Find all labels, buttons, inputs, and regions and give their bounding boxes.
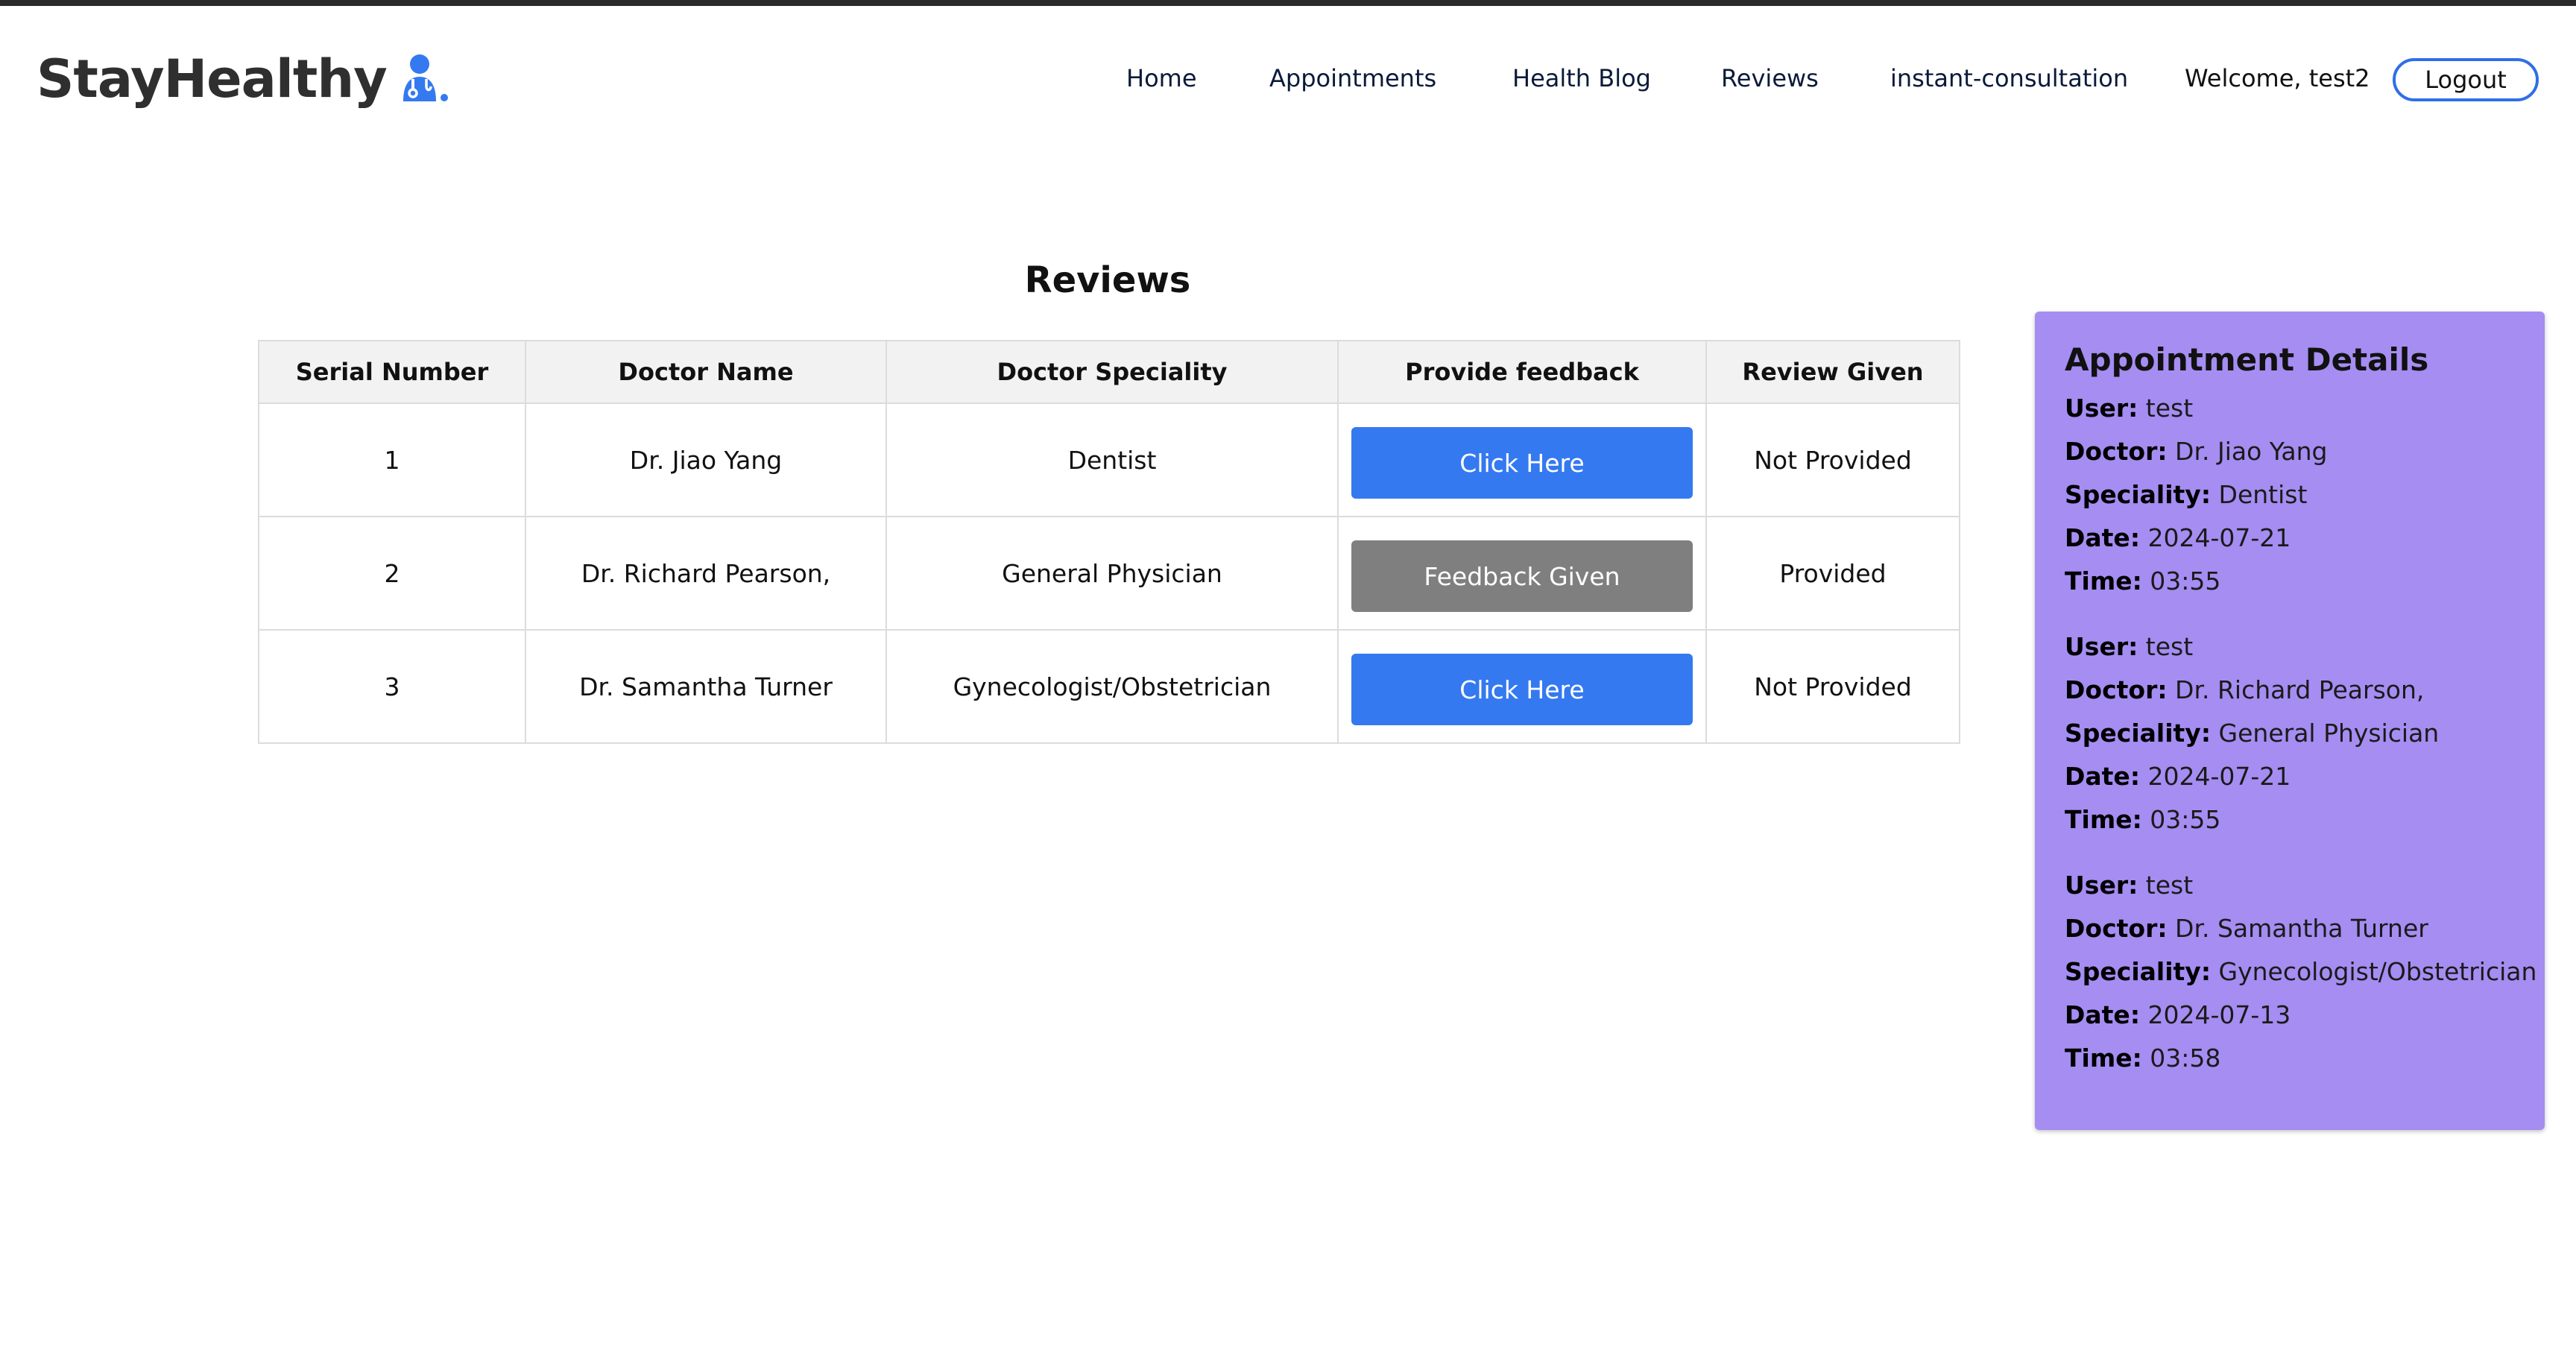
label-time: Time: xyxy=(2065,1044,2142,1073)
value-time: 03:55 xyxy=(2150,805,2221,834)
appt-doctor: Doctor: Dr. Samantha Turner xyxy=(2065,907,2515,950)
table-row: 3 Dr. Samantha Turner Gynecologist/Obste… xyxy=(258,629,1960,744)
appointment-details-panel: Appointment Details User: test Doctor: D… xyxy=(2035,312,2545,1130)
appt-user: User: test xyxy=(2065,625,2515,669)
nav-home[interactable]: Home xyxy=(1126,52,1197,104)
cell-doctor: Dr. Jiao Yang xyxy=(525,402,887,517)
label-user: User: xyxy=(2065,871,2138,900)
cell-feedback: Click Here xyxy=(1337,402,1707,517)
cell-speciality: Gynecologist/Obstetrician xyxy=(886,629,1339,744)
feedback-given-button: Feedback Given xyxy=(1351,540,1693,612)
appt-user: User: test xyxy=(2065,387,2515,430)
table-header-row: Serial Number Doctor Name Doctor Special… xyxy=(258,340,1960,404)
cell-serial: 2 xyxy=(258,516,526,631)
value-date: 2024-07-21 xyxy=(2147,523,2291,552)
label-doctor: Doctor: xyxy=(2065,437,2168,466)
cell-serial: 1 xyxy=(258,402,526,517)
top-border xyxy=(0,0,2576,6)
cell-feedback: Click Here xyxy=(1337,629,1707,744)
appt-user: User: test xyxy=(2065,864,2515,907)
value-speciality: General Physician xyxy=(2218,719,2440,748)
label-time: Time: xyxy=(2065,566,2142,596)
logout-button[interactable]: Logout xyxy=(2393,58,2539,101)
welcome-text: Welcome, test2 xyxy=(2185,64,2370,92)
value-user: test xyxy=(2145,394,2194,423)
header-doctor-speciality: Doctor Speciality xyxy=(886,340,1339,404)
appointment-card: User: test Doctor: Dr. Samantha Turner S… xyxy=(2065,864,2536,1080)
cell-serial: 3 xyxy=(258,629,526,744)
value-doctor: Dr. Jiao Yang xyxy=(2175,437,2328,466)
appointment-card: User: test Doctor: Dr. Richard Pearson, … xyxy=(2065,625,2515,842)
nav-instant-consultation[interactable]: instant-consultation xyxy=(1890,52,2128,104)
appt-time: Time: 03:55 xyxy=(2065,798,2515,842)
appt-date: Date: 2024-07-13 xyxy=(2065,994,2515,1037)
cell-doctor: Dr. Richard Pearson, xyxy=(525,516,887,631)
header-serial-number: Serial Number xyxy=(258,340,526,404)
label-speciality: Speciality: xyxy=(2065,719,2212,748)
value-time: 03:58 xyxy=(2150,1044,2221,1073)
appt-speciality: Speciality: General Physician xyxy=(2065,712,2515,755)
appt-time: Time: 03:55 xyxy=(2065,560,2515,603)
label-user: User: xyxy=(2065,632,2138,661)
click-here-button[interactable]: Click Here xyxy=(1351,427,1693,499)
nav-health-blog[interactable]: Health Blog xyxy=(1512,52,1651,104)
label-date: Date: xyxy=(2065,1000,2141,1029)
appt-date: Date: 2024-07-21 xyxy=(2065,755,2515,798)
value-speciality: Dentist xyxy=(2218,480,2308,509)
click-here-button[interactable]: Click Here xyxy=(1351,654,1693,725)
value-date: 2024-07-13 xyxy=(2147,1000,2291,1029)
appt-doctor: Doctor: Dr. Richard Pearson, xyxy=(2065,669,2515,712)
page-title: Reviews xyxy=(1024,259,1191,301)
header-review-given: Review Given xyxy=(1705,340,1960,404)
appt-time: Time: 03:58 xyxy=(2065,1037,2515,1080)
panel-title: Appointment Details xyxy=(2065,341,2429,378)
value-time: 03:55 xyxy=(2150,566,2221,596)
label-date: Date: xyxy=(2065,762,2141,791)
label-user: User: xyxy=(2065,394,2138,423)
appt-date: Date: 2024-07-21 xyxy=(2065,517,2515,560)
label-doctor: Doctor: xyxy=(2065,675,2168,704)
table-row: 1 Dr. Jiao Yang Dentist Click Here Not P… xyxy=(258,402,1960,517)
label-speciality: Speciality: xyxy=(2065,480,2212,509)
cell-review-status: Provided xyxy=(1705,516,1960,631)
label-doctor: Doctor: xyxy=(2065,914,2168,943)
value-speciality: Gynecologist/Obstetrician xyxy=(2218,957,2537,986)
label-speciality: Speciality: xyxy=(2065,957,2212,986)
label-time: Time: xyxy=(2065,805,2142,834)
nav-appointments[interactable]: Appointments xyxy=(1269,52,1436,104)
appt-doctor: Doctor: Dr. Jiao Yang xyxy=(2065,430,2515,473)
header-provide-feedback: Provide feedback xyxy=(1337,340,1707,404)
appt-speciality: Speciality: Dentist xyxy=(2065,473,2515,517)
appt-speciality: Speciality: Gynecologist/Obstetrician xyxy=(2065,950,2536,994)
cell-doctor: Dr. Samantha Turner xyxy=(525,629,887,744)
header-doctor-name: Doctor Name xyxy=(525,340,887,404)
value-date: 2024-07-21 xyxy=(2147,762,2291,791)
cell-feedback: Feedback Given xyxy=(1337,516,1707,631)
label-date: Date: xyxy=(2065,523,2141,552)
cell-speciality: Dentist xyxy=(886,402,1339,517)
value-user: test xyxy=(2145,871,2194,900)
value-doctor: Dr. Samantha Turner xyxy=(2175,914,2428,943)
cell-review-status: Not Provided xyxy=(1705,402,1960,517)
value-doctor: Dr. Richard Pearson, xyxy=(2175,675,2425,704)
table-row: 2 Dr. Richard Pearson, General Physician… xyxy=(258,516,1960,631)
cell-speciality: General Physician xyxy=(886,516,1339,631)
value-user: test xyxy=(2145,632,2194,661)
nav-reviews[interactable]: Reviews xyxy=(1721,52,1819,104)
reviews-table: Serial Number Doctor Name Doctor Special… xyxy=(258,340,1960,744)
cell-review-status: Not Provided xyxy=(1705,629,1960,744)
appointment-card: User: test Doctor: Dr. Jiao Yang Special… xyxy=(2065,387,2515,603)
